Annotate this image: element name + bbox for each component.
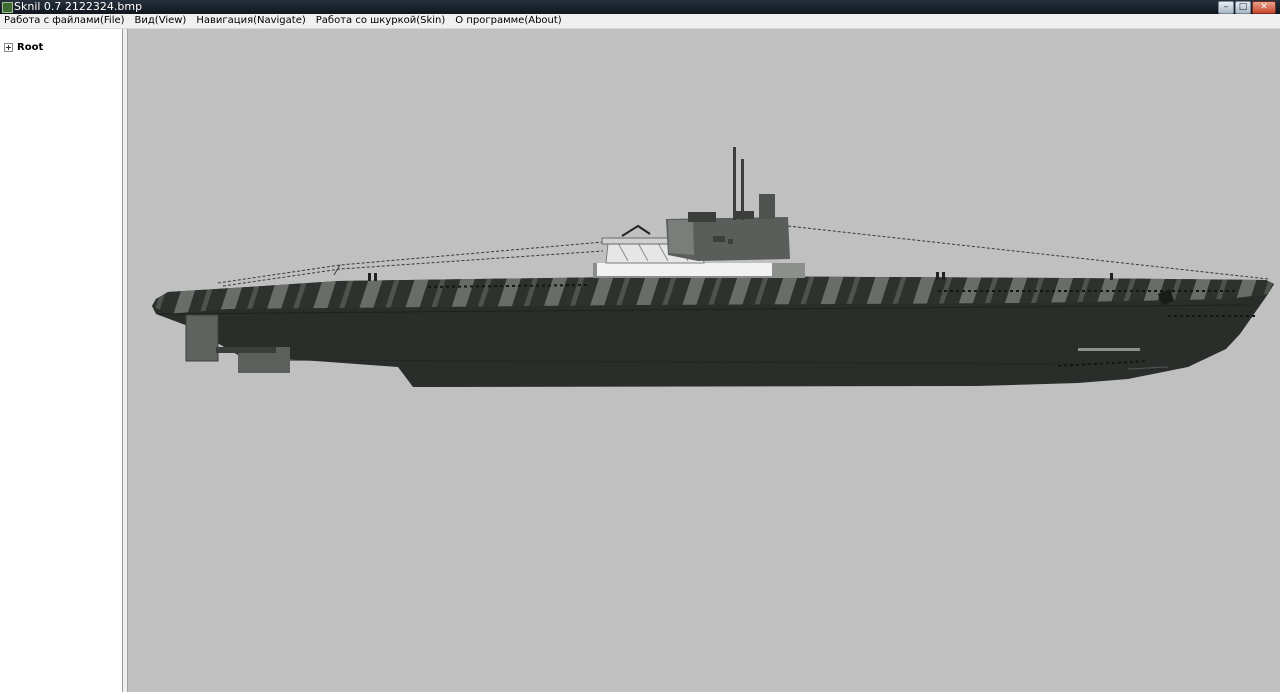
minimize-icon[interactable]: – — [1218, 1, 1234, 14]
title-bar: Sknil 0.7 2122324.bmp – □ ✕ — [0, 0, 1280, 14]
close-icon[interactable]: ✕ — [1252, 1, 1276, 14]
submarine-hull — [152, 272, 1274, 387]
maximize-icon[interactable]: □ — [1235, 1, 1251, 14]
menu-about[interactable]: О программе(About) — [450, 14, 566, 28]
menu-file[interactable]: Работа с файлами(File) — [0, 14, 130, 28]
window-title: Sknil 0.7 2122324.bmp — [14, 0, 143, 13]
plus-box-icon[interactable] — [4, 43, 13, 52]
conning-tower — [593, 147, 805, 278]
render-viewport[interactable] — [128, 29, 1280, 692]
menu-skin[interactable]: Работа со шкуркой(Skin) — [311, 14, 451, 28]
submarine-render — [152, 147, 1274, 387]
tree-node-label: Root — [17, 42, 44, 53]
menu-bar: Работа с файлами(File) Вид(View) Навигац… — [0, 14, 1280, 29]
tree-panel[interactable]: Root — [0, 29, 123, 692]
menu-navigate[interactable]: Навигация(Navigate) — [191, 14, 310, 28]
window-controls: – □ ✕ — [1218, 1, 1276, 14]
app-icon — [2, 2, 13, 13]
menu-view[interactable]: Вид(View) — [130, 14, 192, 28]
tree-node-root[interactable]: Root — [4, 42, 43, 53]
